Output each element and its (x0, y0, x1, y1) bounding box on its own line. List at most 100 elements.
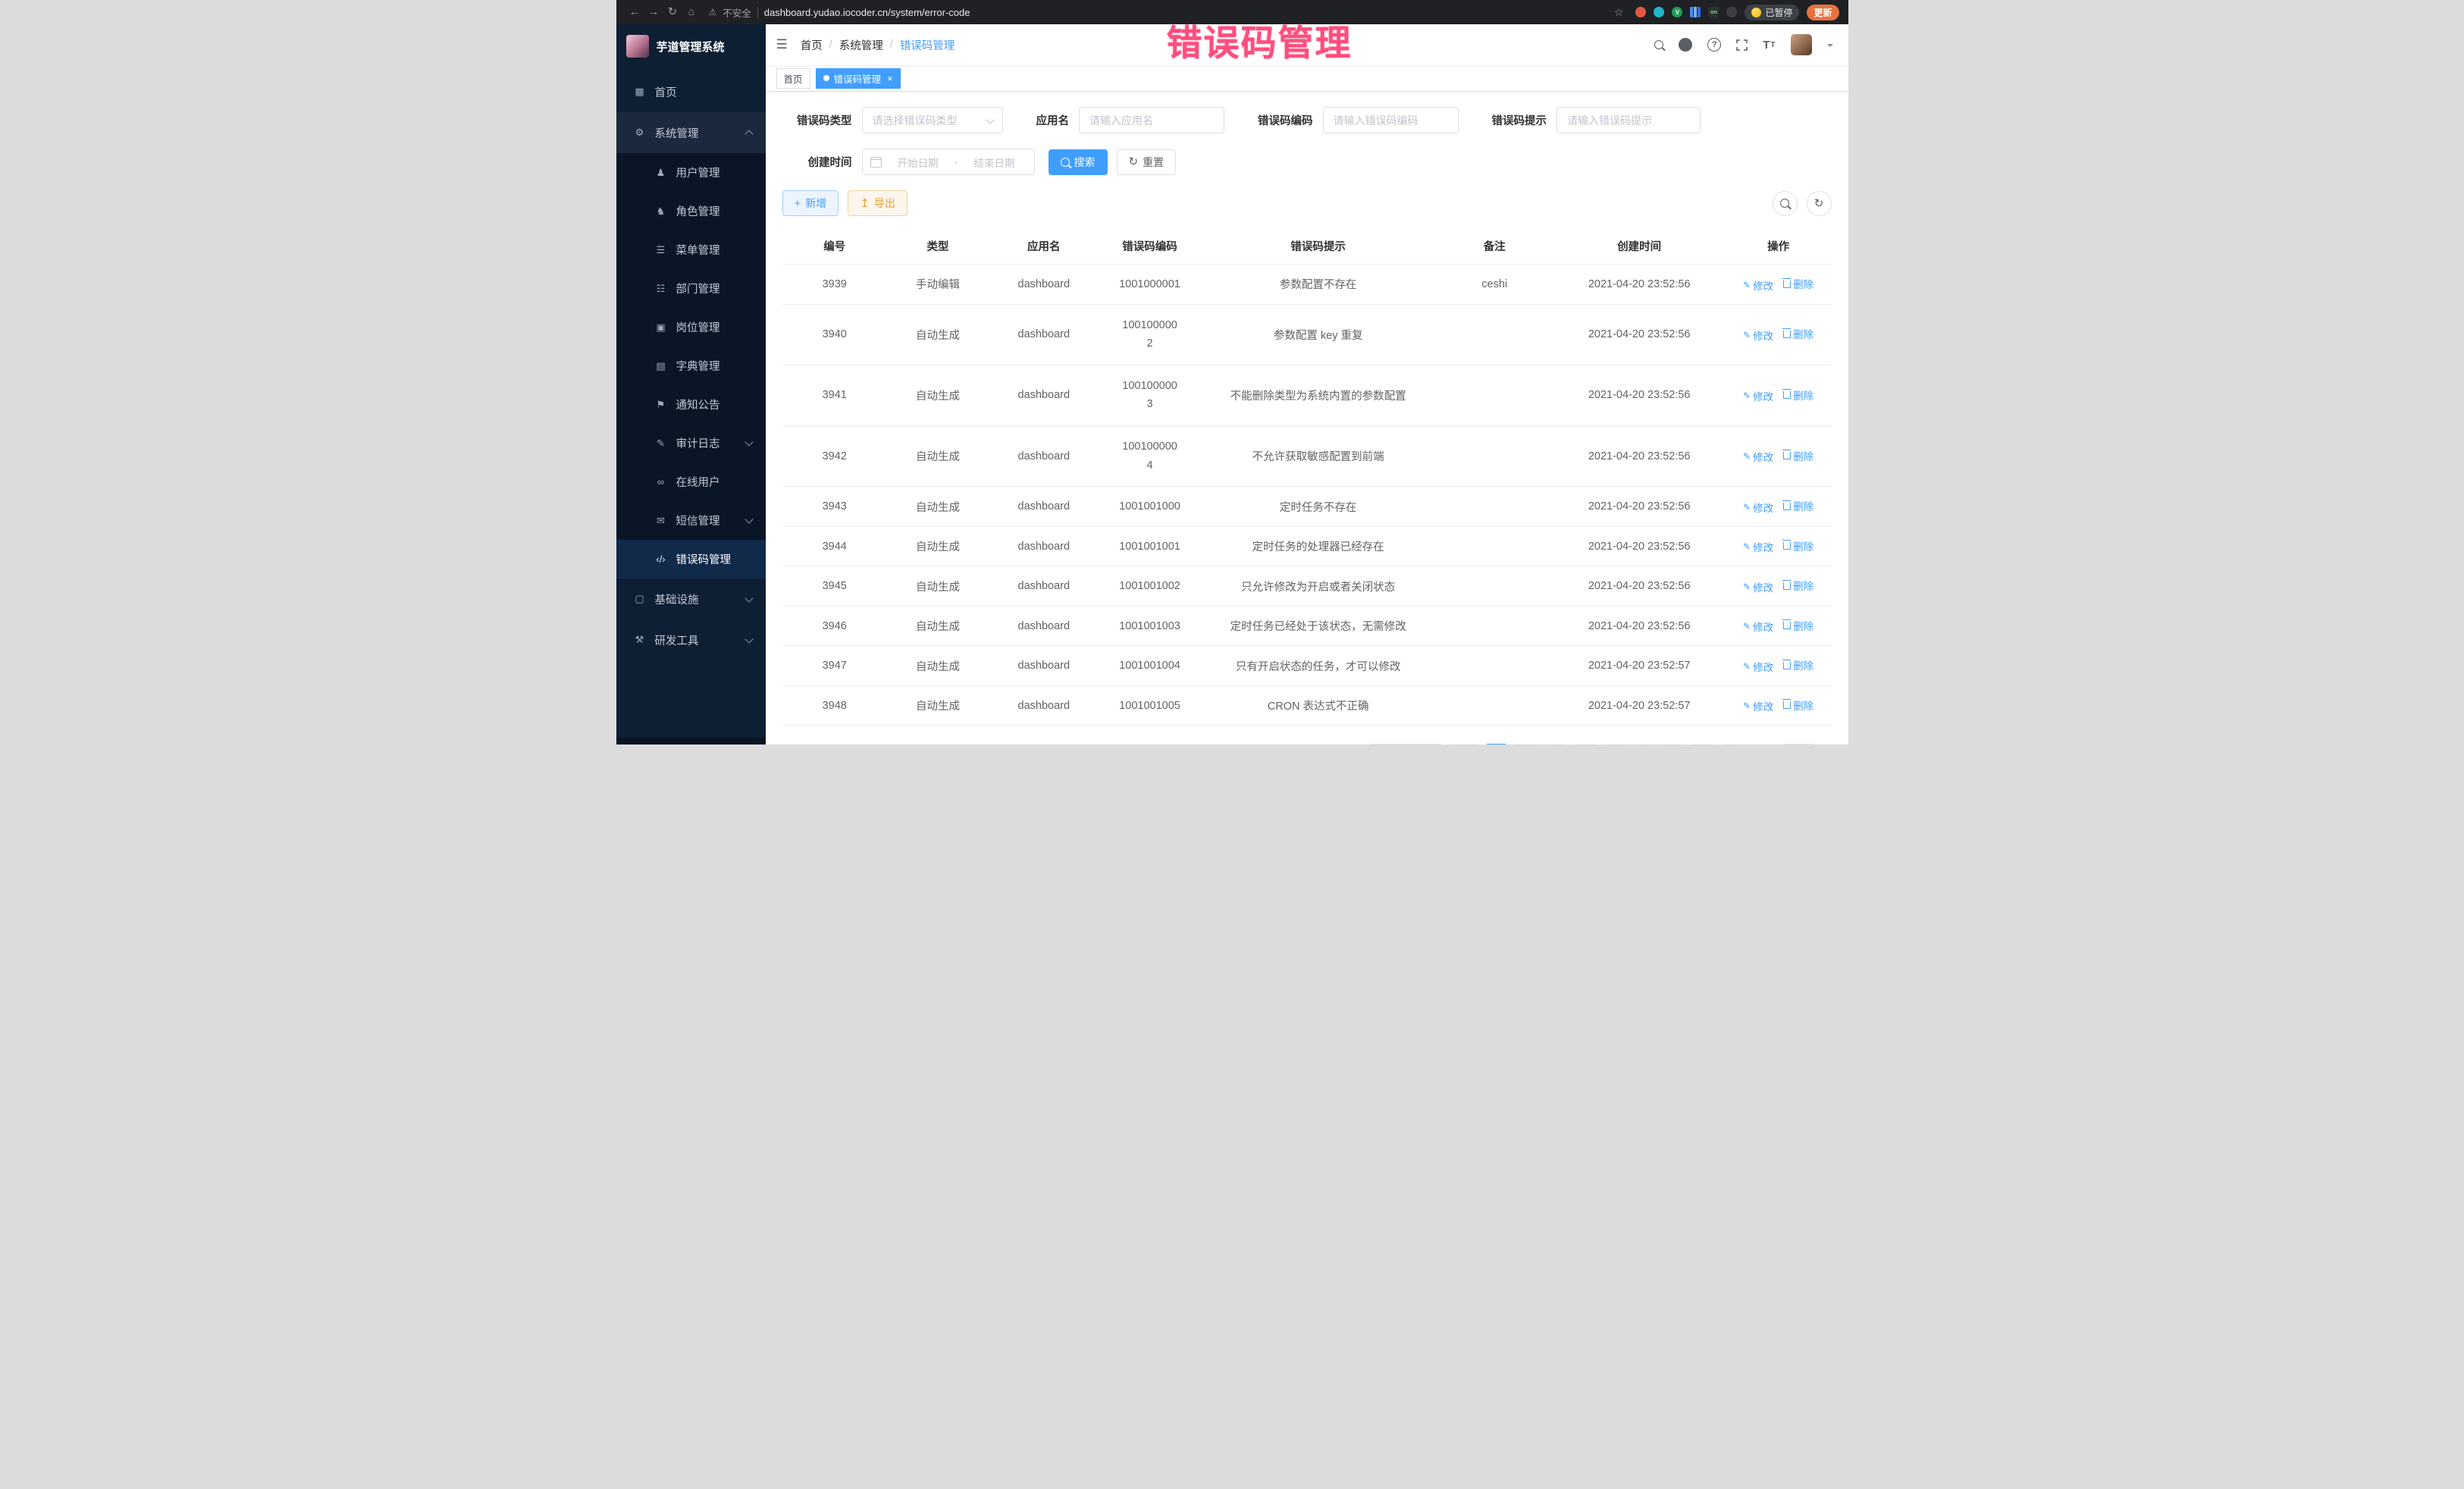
sidebar: 芋道管理系统 ▦首页⚙系统管理♟用户管理♞角色管理☰菜单管理☷部门管理▣岗位管理… (616, 24, 766, 744)
url-text[interactable]: dashboard.yudao.iocoder.cn/system/error-… (764, 7, 970, 18)
delete-link[interactable]: 删除 (1783, 618, 1814, 633)
add-button[interactable]: + 新增 (782, 190, 839, 216)
edit-link[interactable]: ✎修改 (1743, 659, 1773, 674)
delete-link[interactable]: 删除 (1783, 657, 1814, 672)
chevron-down-icon[interactable] (1827, 44, 1833, 50)
logo[interactable]: 芋道管理系统 (616, 24, 766, 68)
bookmark-star-icon[interactable]: ☆ (1614, 6, 1624, 19)
font-size-icon[interactable]: TT (1763, 39, 1775, 52)
sidebar-item-dict-management[interactable]: ▤字典管理 (616, 346, 766, 385)
code-icon: ‹/› (654, 553, 668, 565)
extension-icon-dark[interactable] (1726, 7, 1737, 17)
cell-type: 自动生成 (887, 304, 989, 365)
extension-icon-teal[interactable] (1654, 7, 1664, 17)
close-icon[interactable]: × (887, 74, 893, 83)
github-icon[interactable] (1679, 38, 1692, 52)
cell-remark (1436, 566, 1553, 607)
edit-label: 修改 (1753, 659, 1773, 674)
export-button[interactable]: ↥ 导出 (848, 190, 908, 216)
sidebar-item-infrastructure[interactable]: ▢基础设施 (616, 578, 766, 619)
table-body: 3939手动编辑dashboard1001000001参数配置不存在ceshi2… (782, 265, 1832, 726)
notice-icon: ⚑ (654, 399, 668, 411)
delete-link[interactable]: 删除 (1783, 326, 1814, 341)
delete-link[interactable]: 删除 (1783, 448, 1814, 463)
delete-link[interactable]: 删除 (1783, 387, 1814, 403)
paused-label: 已暂停 (1765, 6, 1792, 19)
sidebar-item-sms-management[interactable]: ✉短信管理 (616, 501, 766, 540)
sidebar-collapse-bar[interactable] (616, 738, 766, 744)
sidebar-item-dev-tools[interactable]: ⚒研发工具 (616, 619, 766, 660)
extension-icon-badge[interactable]: on (1708, 7, 1719, 17)
delete-link[interactable]: 删除 (1783, 498, 1814, 513)
sidebar-item-user-management[interactable]: ♟用户管理 (616, 153, 766, 192)
edit-link[interactable]: ✎修改 (1743, 388, 1773, 403)
app-name-input[interactable] (1079, 107, 1224, 133)
table-row: 3943自动生成dashboard1001001000定时任务不存在2021-0… (782, 487, 1832, 527)
reload-icon[interactable]: ↻ (663, 6, 682, 18)
sidebar-item-online-users[interactable]: ∞在线用户 (616, 462, 766, 501)
sidebar-item-menu-management[interactable]: ☰菜单管理 (616, 230, 766, 269)
search-button[interactable]: 搜索 (1049, 149, 1108, 175)
edit-link[interactable]: ✎修改 (1743, 328, 1773, 343)
sidebar-item-dept-management[interactable]: ☷部门管理 (616, 269, 766, 308)
home-icon[interactable]: ⌂ (682, 6, 701, 18)
extension-icon-red[interactable] (1635, 7, 1646, 17)
tags-bar: 首页错误码管理× (766, 65, 1848, 92)
forward-icon[interactable]: → (644, 6, 663, 18)
cell-hint: 不允许获取敏感配置到前端 (1201, 426, 1436, 487)
reset-button[interactable]: ↻ 重置 (1117, 149, 1177, 175)
tab-home[interactable]: 首页 (776, 68, 810, 89)
delete-link[interactable]: 删除 (1783, 697, 1814, 713)
error-code-input[interactable] (1323, 107, 1459, 133)
sidebar-item-role-management[interactable]: ♞角色管理 (616, 192, 766, 230)
hamburger-icon[interactable]: ☰ (776, 37, 788, 52)
sidebar-item-label: 审计日志 (676, 435, 720, 451)
show-search-button[interactable] (1773, 191, 1798, 216)
delete-link[interactable]: 删除 (1783, 538, 1814, 553)
back-icon[interactable]: ← (625, 6, 644, 18)
paused-badge[interactable]: 已暂停 (1745, 5, 1799, 20)
edit-link[interactable]: ✎修改 (1743, 500, 1773, 515)
breadcrumb-item[interactable]: 首页 (801, 37, 823, 53)
sidebar-item-error-code-management[interactable]: ‹/›错误码管理 (616, 540, 766, 578)
user-avatar[interactable] (1791, 34, 1812, 55)
security-label[interactable]: 不安全 (723, 5, 751, 20)
help-icon[interactable]: ? (1707, 38, 1721, 52)
extension-icon-green[interactable]: V (1672, 7, 1682, 17)
edit-link[interactable]: ✎修改 (1743, 539, 1773, 554)
update-button[interactable]: 更新 (1807, 5, 1839, 20)
sidebar-item-notice-announcement[interactable]: ⚑通知公告 (616, 385, 766, 424)
delete-link[interactable]: 删除 (1783, 276, 1814, 291)
range-separator: - (955, 156, 958, 168)
error-code-table: 编号类型应用名错误码编码错误码提示备注创建时间操作 3939手动编辑dashbo… (782, 228, 1832, 726)
fullscreen-icon[interactable] (1736, 39, 1748, 51)
cell-actions: ✎修改删除 (1726, 685, 1832, 726)
export-button-label: 导出 (874, 196, 895, 211)
cell-app: dashboard (989, 426, 1099, 487)
refresh-table-button[interactable]: ↻ (1807, 191, 1832, 216)
edit-link[interactable]: ✎修改 (1743, 449, 1773, 464)
sidebar-item-home[interactable]: ▦首页 (616, 71, 766, 112)
search-icon[interactable] (1654, 40, 1663, 49)
edit-link[interactable]: ✎修改 (1743, 698, 1773, 713)
date-range-picker[interactable]: 开始日期 - 结束日期 (862, 149, 1035, 175)
sidebar-item-post-management[interactable]: ▣岗位管理 (616, 308, 766, 346)
breadcrumb-item[interactable]: 系统管理 (839, 37, 883, 53)
edit-link[interactable]: ✎修改 (1743, 277, 1773, 293)
sidebar-item-system[interactable]: ⚙系统管理 (616, 112, 766, 153)
edit-link[interactable]: ✎修改 (1743, 619, 1773, 634)
cell-type: 自动生成 (887, 487, 989, 527)
delete-label: 删除 (1793, 448, 1814, 463)
sidebar-item-audit-log[interactable]: ✎审计日志 (616, 424, 766, 462)
navbar-actions: ? TT (1654, 34, 1832, 55)
start-date-placeholder[interactable]: 开始日期 (886, 155, 950, 170)
error-type-select[interactable] (862, 107, 1003, 133)
edit-link[interactable]: ✎修改 (1743, 579, 1773, 594)
delete-link[interactable]: 删除 (1783, 578, 1814, 593)
extension-icon-chart[interactable] (1690, 7, 1701, 17)
end-date-placeholder[interactable]: 结束日期 (962, 155, 1026, 170)
sidebar-item-label: 角色管理 (676, 203, 720, 219)
tab-error-code[interactable]: 错误码管理× (816, 68, 901, 89)
dept-icon: ☷ (654, 283, 668, 295)
error-hint-input[interactable] (1556, 107, 1701, 133)
